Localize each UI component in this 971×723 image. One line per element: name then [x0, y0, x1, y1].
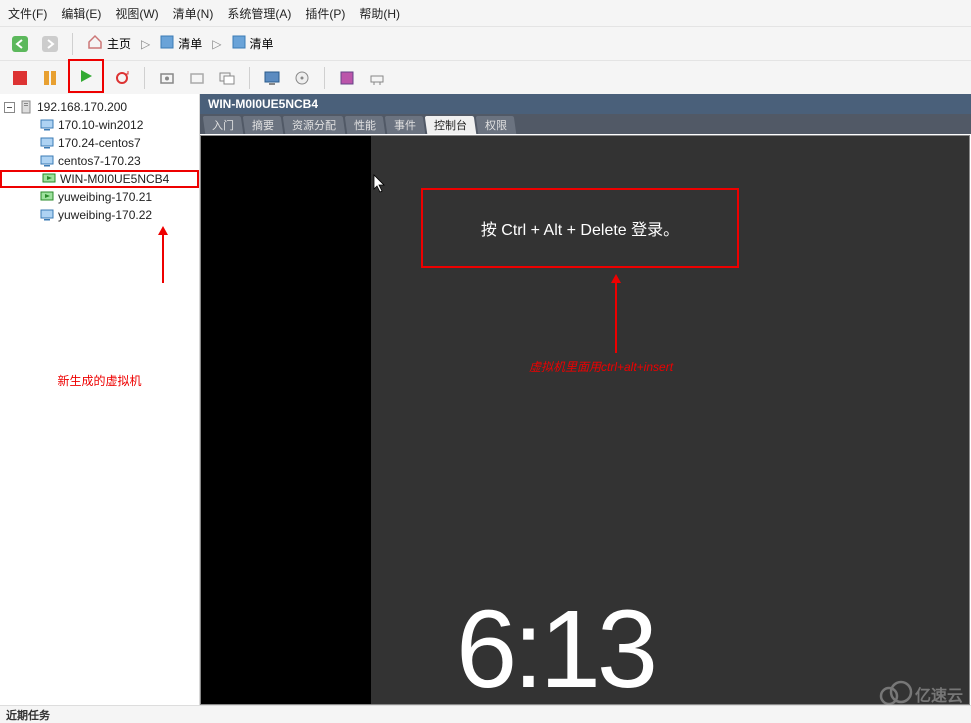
tree-vm-item[interactable]: centos7-170.23 — [0, 152, 199, 170]
forward-button[interactable] — [38, 32, 62, 56]
tree-vm-item[interactable]: yuweibing-170.22 — [0, 206, 199, 224]
vm-icon — [40, 155, 54, 167]
menu-view[interactable]: 视图(W) — [115, 5, 158, 22]
breadcrumb-separator-icon: ▷ — [141, 37, 150, 51]
status-recent-tasks[interactable]: 近期任务 — [6, 707, 50, 723]
menu-admin[interactable]: 系统管理(A) — [227, 5, 291, 22]
host-icon — [19, 100, 33, 114]
tree-item-label: WIN-M0I0UE5NCB4 — [60, 172, 169, 186]
tree-item-label: yuweibing-170.22 — [58, 208, 152, 222]
login-prompt-text: 按 Ctrl + Alt + Delete 登录。 — [481, 216, 679, 240]
pause-button[interactable] — [38, 66, 62, 90]
menu-edit[interactable]: 编辑(E) — [61, 5, 101, 22]
tab-performance[interactable]: 性能 — [345, 116, 386, 134]
console-button[interactable] — [260, 66, 284, 90]
snapshot-revert-button[interactable] — [185, 66, 209, 90]
arrow-line — [615, 281, 617, 353]
cd-button[interactable] — [290, 66, 314, 90]
inventory-icon — [232, 35, 246, 52]
tab-strip: 入门 摘要 资源分配 性能 事件 控制台 权限 — [200, 114, 971, 134]
home-icon — [87, 34, 103, 53]
tree-root-label: 192.168.170.200 — [37, 100, 127, 114]
network-button[interactable] — [365, 66, 389, 90]
floppy-button[interactable] — [335, 66, 359, 90]
inventory-tree: 192.168.170.200 170.10-win2012 170.24-ce… — [0, 94, 200, 705]
snapshot-button[interactable] — [155, 66, 179, 90]
back-button[interactable] — [8, 32, 32, 56]
login-prompt-highlight: 按 Ctrl + Alt + Delete 登录。 — [421, 188, 739, 268]
toolbar-actions — [0, 60, 971, 94]
menu-help[interactable]: 帮助(H) — [359, 5, 400, 22]
breadcrumb-separator-icon: ▷ — [212, 37, 221, 51]
cursor-pointer-icon — [373, 174, 387, 197]
breadcrumb-home[interactable]: 主页 — [83, 34, 135, 53]
tab-console[interactable]: 控制台 — [425, 116, 477, 134]
breadcrumb-inventory-2[interactable]: 清单 — [228, 35, 278, 52]
breadcrumb-inventory-1[interactable]: 清单 — [156, 35, 206, 52]
tree-root-host[interactable]: 192.168.170.200 — [0, 98, 199, 116]
vm-icon — [40, 209, 54, 221]
breadcrumb-inv1-label: 清单 — [178, 35, 202, 52]
main-split: 192.168.170.200 170.10-win2012 170.24-ce… — [0, 94, 971, 705]
vm-running-icon — [42, 173, 56, 185]
menu-bar: 文件(F) 编辑(E) 视图(W) 清单(N) 系统管理(A) 插件(P) 帮助… — [0, 0, 971, 26]
console-black-edge — [201, 136, 371, 704]
vm-icon — [40, 137, 54, 149]
tab-summary[interactable]: 摘要 — [243, 116, 284, 134]
play-button-highlight — [68, 59, 104, 93]
menu-file[interactable]: 文件(F) — [8, 5, 47, 22]
restart-button[interactable] — [110, 66, 134, 90]
menu-inventory[interactable]: 清单(N) — [173, 5, 214, 22]
toolbar-nav: 主页 ▷ 清单 ▷ 清单 — [0, 26, 971, 60]
play-button[interactable] — [74, 64, 98, 88]
breadcrumb-home-label: 主页 — [107, 35, 131, 52]
tree-vm-item[interactable]: yuweibing-170.21 — [0, 188, 199, 206]
vm-icon — [40, 119, 54, 131]
tree-vm-item[interactable]: 170.24-centos7 — [0, 134, 199, 152]
tab-getting-started[interactable]: 入门 — [203, 116, 244, 134]
status-bar: 近期任务 — [0, 705, 971, 723]
snapshot-manager-button[interactable] — [215, 66, 239, 90]
annotation-new-vm: 新生成的虚拟机 — [0, 372, 199, 389]
arrow-line — [162, 233, 164, 283]
tab-permissions[interactable]: 权限 — [476, 116, 517, 134]
vm-title-bar: WIN-M0I0UE5NCB4 — [200, 94, 971, 114]
stop-button[interactable] — [8, 66, 32, 90]
vm-title: WIN-M0I0UE5NCB4 — [208, 97, 318, 111]
lock-screen-clock: 6:13 — [456, 586, 654, 705]
tree-item-label: yuweibing-170.21 — [58, 190, 152, 204]
annotation-ctrl-hint: 虚拟机里面用ctrl+alt+insert — [529, 358, 673, 375]
tab-events[interactable]: 事件 — [385, 116, 426, 134]
tree-vm-item[interactable]: 170.10-win2012 — [0, 116, 199, 134]
menu-plugins[interactable]: 插件(P) — [305, 5, 345, 22]
tree-item-label: centos7-170.23 — [58, 154, 141, 168]
inventory-icon — [160, 35, 174, 52]
tree-vm-item-selected[interactable]: WIN-M0I0UE5NCB4 — [0, 170, 199, 188]
tree-item-label: 170.10-win2012 — [58, 118, 143, 132]
tab-resource-allocation[interactable]: 资源分配 — [283, 116, 346, 134]
right-panel: WIN-M0I0UE5NCB4 入门 摘要 资源分配 性能 事件 控制台 权限 … — [200, 94, 971, 705]
collapse-icon[interactable] — [4, 102, 15, 113]
tree-item-label: 170.24-centos7 — [58, 136, 141, 150]
watermark: 亿速云 — [875, 676, 965, 713]
breadcrumb-inv2-label: 清单 — [250, 35, 274, 52]
vm-running-icon — [40, 191, 54, 203]
console-view[interactable]: 按 Ctrl + Alt + Delete 登录。 虚拟机里面用ctrl+alt… — [200, 135, 970, 705]
watermark-text: 亿速云 — [915, 686, 963, 705]
